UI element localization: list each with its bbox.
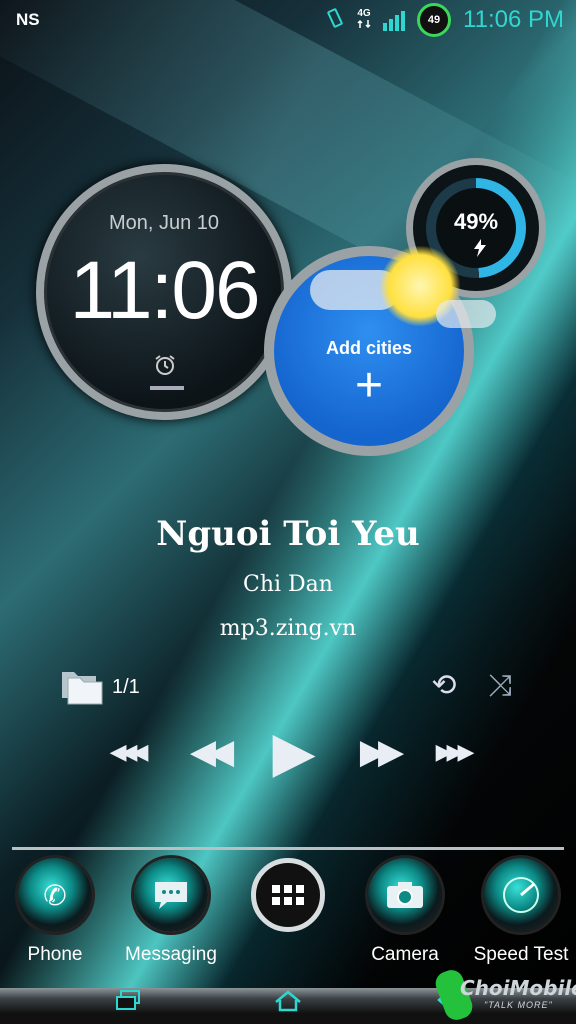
dock-label: Camera — [371, 944, 439, 965]
alarm-divider — [150, 386, 184, 390]
vibrate-icon — [325, 7, 345, 33]
carrier-label: NS — [16, 10, 40, 29]
dock-item-phone[interactable]: ✆ Phone — [0, 858, 110, 966]
status-time: 11:06 PM — [463, 6, 564, 33]
dock-label: Messaging — [125, 944, 217, 965]
dock-label: Phone — [27, 944, 83, 965]
song-title: Nguoi Toi Yeu — [156, 514, 420, 554]
song-source: mp3.zing.vn — [219, 616, 357, 641]
clock-widget[interactable]: Mon, Jun 10 11:06 — [36, 164, 292, 420]
dock-item-camera[interactable]: Camera — [350, 858, 460, 966]
clock-time: 11:06 — [69, 245, 260, 336]
clock-date: Mon, Jun 10 — [108, 212, 220, 234]
camera-icon[interactable] — [368, 858, 442, 932]
play-icon[interactable]: ▶ — [262, 720, 326, 783]
dock: ✆ Phone Messaging Camera Speed Test — [0, 858, 576, 970]
recent-apps-icon[interactable] — [110, 990, 146, 1020]
lightning-bolt-icon — [473, 239, 487, 262]
phone-icon[interactable]: ✆ — [18, 858, 92, 932]
dock-label: Speed Test — [473, 944, 569, 965]
alarm-clock-icon[interactable] — [154, 354, 176, 376]
status-bar: NS 4G 49 11:06 PM — [0, 0, 576, 40]
watermark-tagline: "TALK MORE" — [484, 1000, 553, 1010]
shuffle-icon[interactable]: ⤨ — [482, 668, 518, 704]
dock-item-app-drawer[interactable] — [233, 858, 343, 944]
battery-percent: 49% — [453, 209, 499, 234]
folder-icon[interactable] — [60, 666, 104, 706]
track-count: 1/1 — [112, 676, 140, 698]
rewind-icon[interactable]: ◀◀ — [180, 724, 236, 780]
add-cities-label[interactable]: Add cities — [264, 338, 474, 359]
app-drawer-icon[interactable] — [251, 858, 325, 932]
status-icons: 4G 49 11:06 PM — [325, 2, 564, 38]
repeat-one-icon[interactable]: ⟲ — [426, 668, 462, 704]
home-icon[interactable] — [270, 990, 306, 1020]
data-4g-icon: 4G — [357, 7, 371, 32]
dock-item-speed-test[interactable]: Speed Test — [466, 858, 576, 966]
battery-ring-icon: 49 — [417, 3, 452, 37]
add-city-plus-icon[interactable]: + — [264, 358, 474, 413]
watermark: ChoiMobile "TALK MORE" — [432, 966, 576, 1024]
fast-forward-icon[interactable]: ▶▶ — [350, 724, 406, 780]
skip-next-icon[interactable]: ▶▶▶ — [432, 724, 475, 780]
watermark-brand: ChoiMobile — [460, 976, 576, 1000]
dock-item-messaging[interactable]: Messaging — [116, 858, 226, 966]
message-icon[interactable] — [134, 858, 208, 932]
signal-bars-icon — [383, 9, 406, 31]
dock-divider — [12, 847, 564, 850]
speedometer-icon[interactable] — [484, 858, 558, 932]
skip-previous-icon[interactable]: ◀◀◀ — [106, 724, 149, 780]
network-type-label: 4G — [357, 7, 371, 19]
song-artist: Chi Dan — [243, 572, 333, 597]
cloud-small-icon — [436, 300, 496, 328]
